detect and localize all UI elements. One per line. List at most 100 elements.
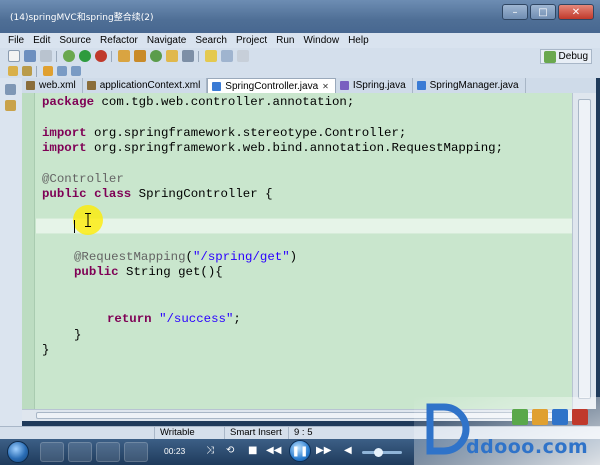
back-icon[interactable] xyxy=(57,66,67,76)
annotation-requestmapping: @RequestMapping xyxy=(74,250,186,264)
editor-tab[interactable]: web.xml xyxy=(22,78,83,93)
menu-bar: File Edit Source Refactor Navigate Searc… xyxy=(0,33,600,48)
editor-tab-label: applicationContext.xml xyxy=(99,80,201,91)
menu-help[interactable]: Help xyxy=(348,35,369,46)
new-package-icon[interactable] xyxy=(134,50,146,62)
editor-tab-label: web.xml xyxy=(39,80,76,91)
left-trim-bar xyxy=(0,78,22,426)
import-statement: org.springframework.stereotype.Controlle… xyxy=(86,126,407,140)
menu-edit[interactable]: Edit xyxy=(33,35,50,46)
package-name: com.tgb.web.controller.annotation; xyxy=(94,95,355,109)
semicolon: ; xyxy=(233,312,241,326)
package-explorer-icon[interactable] xyxy=(5,100,16,111)
editor-tab[interactable]: SpringController.java ✕ xyxy=(207,78,336,93)
perspective-label: Debug xyxy=(558,51,588,62)
perspective-switcher[interactable]: Debug xyxy=(539,49,592,64)
paren-close: ) xyxy=(289,250,298,264)
previous-track-icon[interactable]: ◀◀ xyxy=(266,445,281,456)
repeat-icon[interactable]: ⟲ xyxy=(226,445,234,456)
close-button[interactable]: ✕ xyxy=(558,4,594,20)
menu-navigate[interactable]: Navigate xyxy=(147,35,186,46)
editor-tab-label: SpringManager.java xyxy=(429,80,519,91)
code-line-class-close-brace: } xyxy=(42,343,49,358)
next-annotation-icon[interactable] xyxy=(8,66,18,76)
toolbar-separator xyxy=(111,50,112,62)
taskbar-app-button[interactable] xyxy=(68,442,92,462)
volume-slider-handle[interactable] xyxy=(374,448,383,457)
menu-source[interactable]: Source xyxy=(59,35,91,46)
new-class-icon[interactable] xyxy=(150,50,162,62)
editor-gutter xyxy=(22,93,35,409)
print-icon[interactable] xyxy=(40,50,52,62)
status-insert-mode: Smart Insert xyxy=(224,427,288,439)
debug-icon[interactable] xyxy=(63,50,75,62)
menu-search[interactable]: Search xyxy=(195,35,227,46)
forward-icon[interactable] xyxy=(71,66,81,76)
start-button[interactable] xyxy=(7,441,29,463)
code-line-controller-annotation: @Controller xyxy=(42,172,124,187)
status-writable: Writable xyxy=(154,427,224,439)
run-icon[interactable] xyxy=(79,50,91,62)
menu-project[interactable]: Project xyxy=(236,35,267,46)
code-line-return: return "/success"; xyxy=(107,312,241,327)
toolbar-separator xyxy=(198,50,199,62)
keyword-import: import xyxy=(42,126,87,140)
annotation-controller: @Controller xyxy=(42,172,124,186)
new-java-project-icon[interactable] xyxy=(118,50,130,62)
code-editor[interactable]: package com.tgb.web.controller.annotatio… xyxy=(22,93,572,409)
menu-window[interactable]: Window xyxy=(303,35,339,46)
taskbar-app-button[interactable] xyxy=(124,442,148,462)
external-tools-icon[interactable] xyxy=(95,50,107,62)
editor-tab[interactable]: ISpring.java xyxy=(336,78,413,93)
vertical-scroll-thumb[interactable] xyxy=(578,99,591,399)
main-toolbar xyxy=(0,48,600,64)
maximize-button[interactable]: □ xyxy=(530,4,556,20)
watermark-text: ddooo.com xyxy=(466,436,589,458)
shuffle-icon[interactable]: ⤨ xyxy=(206,445,214,456)
toolbar-separator xyxy=(36,65,37,77)
keyword-return: return xyxy=(107,312,152,326)
mapping-path-string: "/spring/get" xyxy=(192,250,290,264)
keyword-import: import xyxy=(42,141,87,155)
status-cursor-position: 9 : 5 xyxy=(288,427,348,439)
code-line-import-requestmapping: import org.springframework.web.bind.anno… xyxy=(42,141,503,156)
code-line-package: package com.tgb.web.controller.annotatio… xyxy=(42,95,354,110)
save-icon[interactable] xyxy=(24,50,36,62)
menu-refactor[interactable]: Refactor xyxy=(100,35,138,46)
editor-tab-bar: web.xml applicationContext.xml SpringContr… xyxy=(22,78,596,93)
window-title-bar: (14)springMVC和spring整合续(2) – □ ✕ xyxy=(0,0,600,33)
editor-tab-label: SpringController.java xyxy=(225,80,319,92)
keyword-class: class xyxy=(94,187,132,201)
toggle-block-selection-icon[interactable] xyxy=(221,50,233,62)
keyword-public: public xyxy=(42,187,87,201)
editor-tab[interactable]: applicationContext.xml xyxy=(83,78,208,93)
taskbar-app-button[interactable] xyxy=(40,442,64,462)
menu-run[interactable]: Run xyxy=(276,35,294,46)
previous-annotation-icon[interactable] xyxy=(22,66,32,76)
new-icon[interactable] xyxy=(8,50,20,62)
open-type-icon[interactable] xyxy=(166,50,178,62)
code-line-method-close-brace: } xyxy=(74,328,81,343)
window-controls: – □ ✕ xyxy=(502,4,594,20)
last-edit-location-icon[interactable] xyxy=(43,66,53,76)
toggle-mark-occurrences-icon[interactable] xyxy=(205,50,217,62)
vertical-scrollbar[interactable] xyxy=(572,93,596,409)
menu-file[interactable]: File xyxy=(8,35,24,46)
restore-view-icon[interactable] xyxy=(5,84,16,95)
play-pause-button[interactable]: ❚❚ xyxy=(289,440,311,462)
search-icon[interactable] xyxy=(182,50,194,62)
xml-file-icon xyxy=(86,81,96,90)
next-track-icon[interactable]: ▶▶ xyxy=(316,445,331,456)
volume-icon[interactable]: ◀ xyxy=(344,445,352,456)
show-whitespace-icon[interactable] xyxy=(237,50,249,62)
taskbar-app-button[interactable] xyxy=(96,442,120,462)
close-tab-icon[interactable]: ✕ xyxy=(322,82,329,91)
close-brace: } xyxy=(42,343,50,357)
minimize-button[interactable]: – xyxy=(502,4,528,20)
editor-tab[interactable]: SpringManager.java xyxy=(413,78,526,93)
perspective-icon xyxy=(543,50,556,63)
editor-tab-label: ISpring.java xyxy=(352,80,406,91)
current-line-highlight xyxy=(36,218,572,234)
stop-icon[interactable]: ■ xyxy=(248,445,257,456)
player-elapsed-time: 00:23 xyxy=(164,446,186,456)
